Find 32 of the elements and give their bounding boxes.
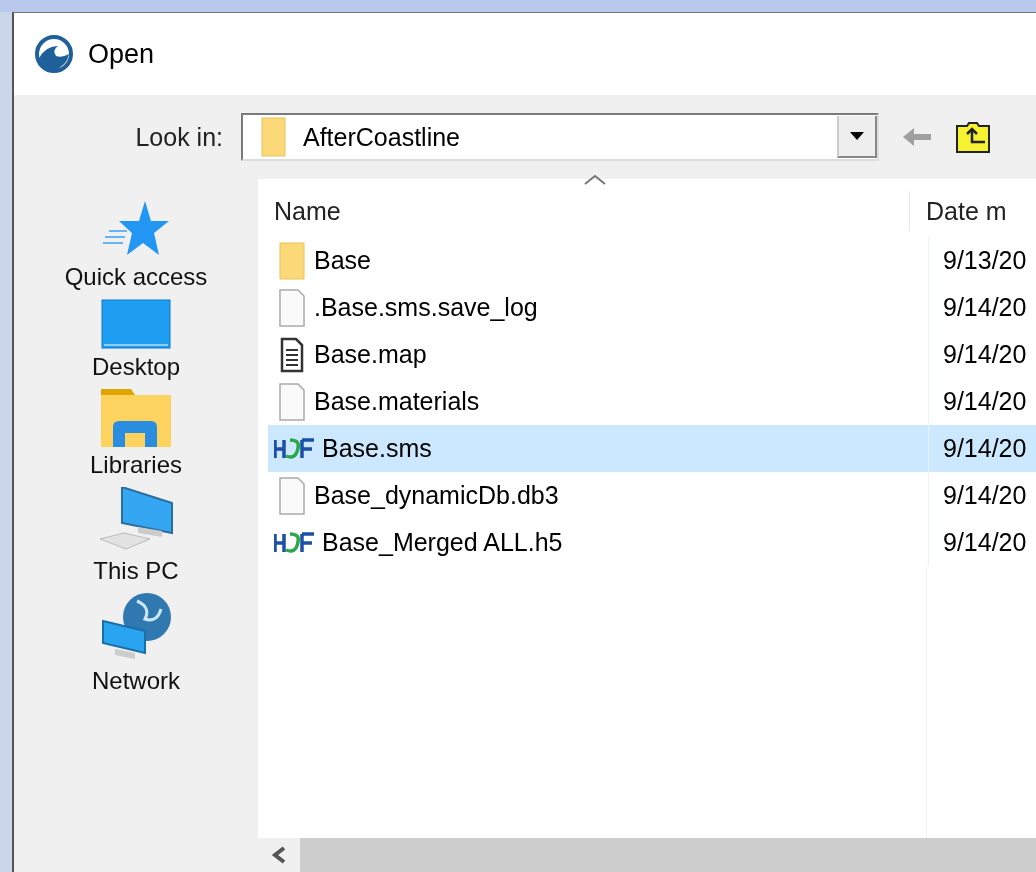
- file-row[interactable]: Base.map: [268, 331, 928, 378]
- file-row[interactable]: Base.sms: [268, 425, 928, 472]
- table-cell: 9/14/20: [928, 519, 1036, 566]
- library-folder-icon: [101, 389, 171, 447]
- table-cell: 9/14/20: [928, 284, 1036, 331]
- up-folder-icon[interactable]: [955, 120, 991, 154]
- table-cell: 9/13/20: [928, 237, 1036, 284]
- places-item[interactable]: Desktop: [85, 299, 186, 381]
- caret-icon: [850, 132, 864, 140]
- table-cell: 9/14/20: [928, 472, 1036, 519]
- window-title: Open: [88, 38, 155, 70]
- look-in-dropdown[interactable]: AfterCoastline: [241, 113, 879, 161]
- look-in-label: Look in:: [134, 122, 224, 152]
- table-cell: 9/14/20: [928, 425, 1036, 472]
- file-row[interactable]: Base_Merged ALL.h5: [268, 519, 928, 566]
- places-item[interactable]: Quick access: [58, 199, 214, 291]
- file-row[interactable]: .Base.sms.save_log: [268, 284, 928, 331]
- app-logo-icon: [34, 34, 74, 74]
- monitor-icon: [101, 299, 171, 349]
- sort-caret-icon: [584, 175, 606, 185]
- file-row[interactable]: Base.materials: [268, 378, 928, 425]
- column-header[interactable]: Date m: [910, 191, 1007, 231]
- column-header[interactable]: Name: [258, 191, 910, 231]
- file-row[interactable]: Base: [268, 237, 928, 284]
- chevron-left-icon: [271, 846, 287, 864]
- table-cell: 9/14/20: [928, 331, 1036, 378]
- file-row[interactable]: Base_dynamicDb.db3: [268, 472, 928, 519]
- places-item[interactable]: This PC: [87, 487, 185, 585]
- places-item[interactable]: Libraries: [83, 389, 188, 479]
- dropdown-button[interactable]: [837, 116, 877, 158]
- folder-icon: [261, 117, 287, 157]
- places-item[interactable]: Network: [86, 593, 186, 695]
